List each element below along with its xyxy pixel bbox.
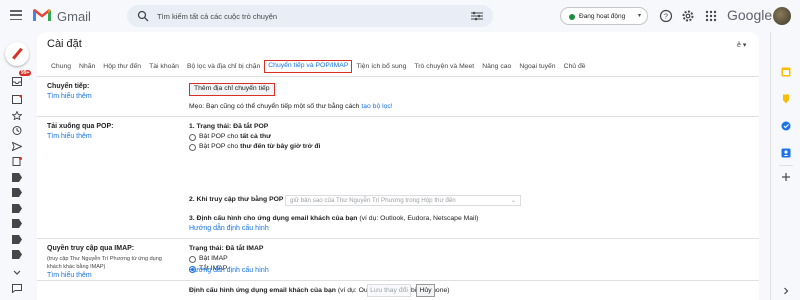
pop-when-access-label: 2. Khi truy cập thư bằng POP	[189, 196, 284, 203]
status-dropdown[interactable]: Đang hoạt động ▾	[560, 7, 648, 25]
imap-configure-guide-link[interactable]: Hướng dẫn định cấu hình	[189, 267, 269, 274]
chevron-right-icon[interactable]	[781, 286, 791, 296]
imap-enable-label: Bật IMAP	[199, 255, 228, 262]
contacts-icon[interactable]	[781, 148, 791, 158]
pop-action-selected-value: giữ bản sao của Thư Nguyễn Trí Phương tr…	[290, 197, 456, 204]
pop-enable-now-radio[interactable]	[189, 144, 196, 151]
pop-configure-title: 3. Định cấu hình cho ứng dụng email khác…	[189, 215, 478, 222]
google-account-brand[interactable]: Google	[727, 7, 772, 23]
divider	[37, 116, 759, 117]
divider	[37, 238, 759, 239]
tasks-icon[interactable]	[781, 121, 791, 131]
status-dot	[569, 14, 575, 20]
pop-enable-now-label: Bật POP cho thư đến từ bây giờ trở đi	[199, 143, 320, 150]
pop-enable-now-bold: thư đến từ bây giờ trở đi	[240, 143, 321, 150]
forwarding-label: Chuyển tiếp:	[47, 83, 90, 90]
chevron-down-icon[interactable]	[12, 268, 22, 277]
pop-label: Tải xuống qua POP:	[47, 123, 114, 130]
page-title: Cài đặt	[47, 38, 82, 50]
pop-configure-guide-link[interactable]: Hướng dẫn định cấu hình	[189, 225, 269, 232]
imap-learn-more-link[interactable]: Tìm hiểu thêm	[47, 272, 92, 279]
keep-icon[interactable]	[781, 94, 791, 104]
apps-grid-icon[interactable]	[704, 9, 718, 23]
pop-status: 1. Trạng thái: Đã tắt POP	[189, 123, 269, 130]
add-forwarding-address-button[interactable]: Thêm địa chỉ chuyển tiếp	[189, 83, 275, 96]
settings-panel: Cài đặt ê ▾ Chung Nhãn Hộp thư đến Tài k…	[37, 32, 759, 300]
tab-accounts[interactable]: Tài khoản	[145, 60, 183, 73]
chevron-down-icon: ▾	[637, 13, 641, 19]
divider	[37, 280, 759, 281]
tab-labels[interactable]: Nhãn	[75, 60, 99, 73]
pop-learn-more-link[interactable]: Tìm hiểu thêm	[47, 133, 92, 140]
imap-sub-line-2: khách khác bằng IMAP)	[47, 264, 106, 270]
label-tag-icon[interactable]	[12, 235, 22, 244]
create-filter-link[interactable]: tạo bộ lọc!	[361, 103, 392, 110]
tab-inbox[interactable]: Hộp thư đến	[99, 60, 145, 73]
imap-configure-bold: Định cấu hình ứng dụng email khách của b…	[189, 287, 336, 294]
gear-icon[interactable]	[681, 9, 695, 23]
pop-configure-bold: 3. Định cấu hình cho ứng dụng email khác…	[189, 215, 358, 222]
search-input[interactable]: Tìm kiếm tất cả các cuộc trò chuyện	[157, 12, 277, 21]
help-icon[interactable]: ?	[659, 9, 673, 23]
imap-sub-line-1: (truy cập Thư Nguyễn Trí Phương từ ứng d…	[47, 256, 162, 262]
cancel-button[interactable]: Hủy	[416, 284, 435, 297]
tab-themes[interactable]: Chủ đề	[560, 60, 590, 73]
compose-button[interactable]	[5, 42, 29, 66]
avatar[interactable]	[773, 7, 791, 25]
input-tools-label: ê	[737, 42, 741, 49]
tab-general[interactable]: Chung	[47, 60, 75, 73]
forwarding-tip: Mẹo: Bạn cũng có thể chuyển tiếp một số …	[189, 103, 393, 110]
save-changes-button[interactable]: Lưu thay đổi	[367, 284, 411, 297]
pop-enable-all-bold: tất cả thư	[240, 133, 272, 140]
chevron-down-icon: ⌄	[510, 197, 516, 204]
chat-bubble-icon[interactable]	[12, 284, 22, 293]
imap-enable-radio[interactable]	[189, 256, 196, 263]
star-icon[interactable]	[12, 111, 22, 120]
chat-icon[interactable]	[12, 95, 22, 104]
forwarding-learn-more-link[interactable]: Tìm hiểu thêm	[47, 93, 92, 100]
tab-addons[interactable]: Tiện ích bổ sung	[352, 60, 410, 73]
imap-label: Quyền truy cập qua IMAP:	[47, 245, 135, 252]
pop-enable-now-prefix: Bật POP cho	[199, 143, 241, 150]
add-icon[interactable]	[781, 172, 791, 182]
search-icon[interactable]	[137, 10, 149, 22]
label-tag-icon[interactable]	[12, 219, 22, 228]
divider	[779, 165, 793, 166]
label-tag-icon[interactable]	[12, 204, 22, 213]
settings-tabs: Chung Nhãn Hộp thư đến Tài khoản Bộ lọc …	[47, 60, 590, 73]
tab-advanced[interactable]: Nâng cao	[478, 60, 515, 73]
tab-chat-meet[interactable]: Trò chuyện và Meet	[410, 60, 478, 73]
left-rail: 99+	[0, 32, 34, 300]
top-bar: Gmail Tìm kiếm tất cả các cuộc trò chuyệ…	[0, 0, 800, 32]
pop-action-select[interactable]: giữ bản sao của Thư Nguyễn Trí Phương tr…	[285, 195, 521, 206]
drafts-icon[interactable]	[12, 157, 22, 166]
search-options-icon[interactable]	[471, 11, 483, 21]
pop-enable-all-label: Bật POP cho tất cả thư	[199, 133, 271, 140]
calendar-icon[interactable]	[781, 67, 791, 77]
inbox-icon[interactable]	[12, 77, 22, 86]
imap-status: Trạng thái: Đã tắt IMAP	[189, 245, 264, 252]
main-menu-icon[interactable]	[10, 10, 22, 20]
snoozed-clock-icon[interactable]	[12, 126, 22, 135]
tab-filters[interactable]: Bộ lọc và địa chỉ bị chặn	[183, 60, 264, 73]
label-tag-icon[interactable]	[12, 188, 22, 197]
pop-enable-all-prefix: Bật POP cho	[199, 133, 241, 140]
pop-enable-all-radio[interactable]	[189, 134, 196, 141]
forwarding-tip-text: Mẹo: Bạn cũng có thể chuyển tiếp một số …	[189, 103, 360, 110]
side-panel	[770, 32, 800, 300]
app-name: Gmail	[57, 9, 91, 24]
tab-offline[interactable]: Ngoại tuyến	[515, 60, 559, 73]
label-tag-icon[interactable]	[12, 173, 22, 182]
pop-configure-example: (ví dụ: Outlook, Eudora, Netscape Mail)	[359, 215, 479, 222]
status-label: Đang hoạt động	[579, 12, 626, 20]
sent-icon[interactable]	[12, 142, 22, 151]
inbox-count-badge: 99+	[19, 70, 32, 76]
input-tools-button[interactable]: ê ▾	[737, 41, 746, 49]
label-tag-icon[interactable]	[12, 250, 22, 259]
svg-text:?: ?	[664, 14, 668, 21]
tab-forwarding-pop-imap[interactable]: Chuyển tiếp và POP/IMAP	[264, 60, 353, 73]
gmail-logo-icon[interactable]	[32, 8, 52, 22]
divider	[37, 76, 759, 77]
search-bar[interactable]: Tìm kiếm tất cả các cuộc trò chuyện	[127, 5, 493, 27]
